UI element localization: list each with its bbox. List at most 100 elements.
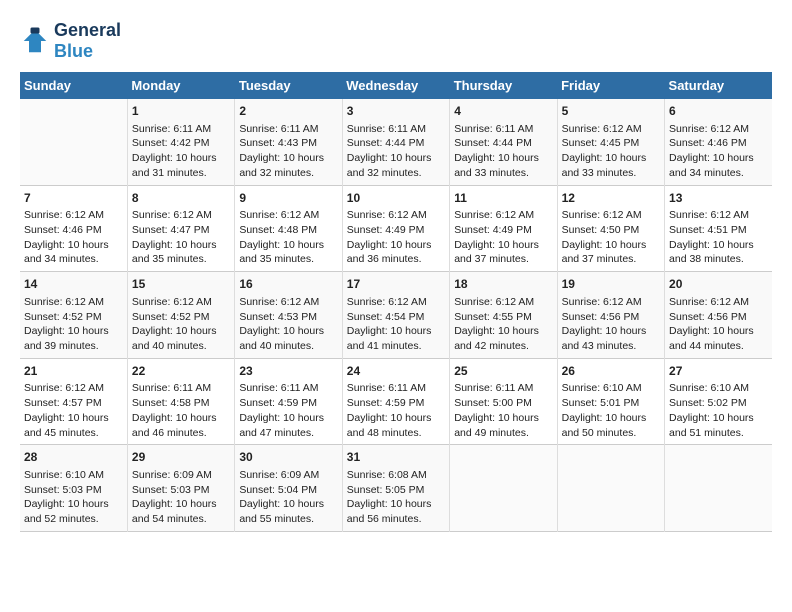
- calendar-cell: [450, 445, 557, 532]
- sunrise-text: Sunrise: 6:12 AM: [132, 296, 212, 308]
- day-number: 15: [132, 276, 230, 293]
- day-number: 13: [669, 190, 768, 207]
- day-number: 23: [239, 363, 337, 380]
- sunset-text: Sunset: 5:03 PM: [132, 484, 210, 496]
- calendar-cell: 26Sunrise: 6:10 AMSunset: 5:01 PMDayligh…: [557, 358, 664, 445]
- weekday-header-tuesday: Tuesday: [235, 72, 342, 99]
- sunrise-text: Sunrise: 6:10 AM: [562, 382, 642, 394]
- calendar-cell: 17Sunrise: 6:12 AMSunset: 4:54 PMDayligh…: [342, 272, 449, 359]
- sunset-text: Sunset: 4:53 PM: [239, 311, 317, 323]
- sunrise-text: Sunrise: 6:12 AM: [562, 123, 642, 135]
- day-number: 14: [24, 276, 123, 293]
- weekday-header-friday: Friday: [557, 72, 664, 99]
- logo: General Blue: [20, 20, 121, 62]
- daylight-text: Daylight: 10 hours and 50 minutes.: [562, 412, 647, 439]
- sunset-text: Sunset: 4:48 PM: [239, 224, 317, 236]
- daylight-text: Daylight: 10 hours and 31 minutes.: [132, 152, 217, 179]
- sunset-text: Sunset: 4:46 PM: [24, 224, 102, 236]
- day-number: 28: [24, 449, 123, 466]
- daylight-text: Daylight: 10 hours and 48 minutes.: [347, 412, 432, 439]
- sunset-text: Sunset: 4:57 PM: [24, 397, 102, 409]
- day-number: 22: [132, 363, 230, 380]
- day-number: 31: [347, 449, 445, 466]
- calendar-cell: 8Sunrise: 6:12 AMSunset: 4:47 PMDaylight…: [127, 185, 234, 272]
- sunrise-text: Sunrise: 6:11 AM: [347, 123, 426, 135]
- daylight-text: Daylight: 10 hours and 41 minutes.: [347, 325, 432, 352]
- calendar-cell: [665, 445, 772, 532]
- sunrise-text: Sunrise: 6:12 AM: [239, 296, 319, 308]
- calendar-cell: 14Sunrise: 6:12 AMSunset: 4:52 PMDayligh…: [20, 272, 127, 359]
- calendar-cell: 27Sunrise: 6:10 AMSunset: 5:02 PMDayligh…: [665, 358, 772, 445]
- daylight-text: Daylight: 10 hours and 42 minutes.: [454, 325, 539, 352]
- day-number: 27: [669, 363, 768, 380]
- sunrise-text: Sunrise: 6:09 AM: [132, 469, 212, 481]
- sunrise-text: Sunrise: 6:12 AM: [454, 296, 534, 308]
- sunrise-text: Sunrise: 6:12 AM: [24, 209, 104, 221]
- weekday-header-thursday: Thursday: [450, 72, 557, 99]
- sunrise-text: Sunrise: 6:12 AM: [562, 209, 642, 221]
- daylight-text: Daylight: 10 hours and 34 minutes.: [24, 239, 109, 266]
- day-number: 9: [239, 190, 337, 207]
- calendar-cell: 29Sunrise: 6:09 AMSunset: 5:03 PMDayligh…: [127, 445, 234, 532]
- daylight-text: Daylight: 10 hours and 55 minutes.: [239, 498, 324, 525]
- sunrise-text: Sunrise: 6:12 AM: [24, 296, 104, 308]
- calendar-week-3: 14Sunrise: 6:12 AMSunset: 4:52 PMDayligh…: [20, 272, 772, 359]
- calendar-cell: 15Sunrise: 6:12 AMSunset: 4:52 PMDayligh…: [127, 272, 234, 359]
- sunset-text: Sunset: 4:50 PM: [562, 224, 640, 236]
- daylight-text: Daylight: 10 hours and 38 minutes.: [669, 239, 754, 266]
- daylight-text: Daylight: 10 hours and 54 minutes.: [132, 498, 217, 525]
- sunset-text: Sunset: 4:42 PM: [132, 137, 210, 149]
- day-number: 2: [239, 103, 337, 120]
- calendar-cell: 28Sunrise: 6:10 AMSunset: 5:03 PMDayligh…: [20, 445, 127, 532]
- day-number: 11: [454, 190, 552, 207]
- sunrise-text: Sunrise: 6:11 AM: [454, 382, 533, 394]
- weekday-header-row: SundayMondayTuesdayWednesdayThursdayFrid…: [20, 72, 772, 99]
- calendar-cell: 2Sunrise: 6:11 AMSunset: 4:43 PMDaylight…: [235, 99, 342, 185]
- calendar-cell: 9Sunrise: 6:12 AMSunset: 4:48 PMDaylight…: [235, 185, 342, 272]
- calendar-cell: 10Sunrise: 6:12 AMSunset: 4:49 PMDayligh…: [342, 185, 449, 272]
- calendar-cell: 4Sunrise: 6:11 AMSunset: 4:44 PMDaylight…: [450, 99, 557, 185]
- sunrise-text: Sunrise: 6:12 AM: [24, 382, 104, 394]
- calendar-cell: 22Sunrise: 6:11 AMSunset: 4:58 PMDayligh…: [127, 358, 234, 445]
- calendar-cell: [20, 99, 127, 185]
- day-number: 26: [562, 363, 660, 380]
- calendar-cell: 31Sunrise: 6:08 AMSunset: 5:05 PMDayligh…: [342, 445, 449, 532]
- day-number: 1: [132, 103, 230, 120]
- calendar-cell: [557, 445, 664, 532]
- calendar-cell: 16Sunrise: 6:12 AMSunset: 4:53 PMDayligh…: [235, 272, 342, 359]
- calendar-week-2: 7 Sunrise: 6:12 AM Sunset: 4:46 PM Daylight…: [20, 185, 772, 272]
- sunrise-text: Sunrise: 6:12 AM: [454, 209, 534, 221]
- day-number: 4: [454, 103, 552, 120]
- day-number: 21: [24, 363, 123, 380]
- sunrise-text: Sunrise: 6:11 AM: [239, 123, 318, 135]
- sunset-text: Sunset: 5:00 PM: [454, 397, 532, 409]
- daylight-text: Daylight: 10 hours and 36 minutes.: [347, 239, 432, 266]
- sunset-text: Sunset: 4:58 PM: [132, 397, 210, 409]
- day-number: 19: [562, 276, 660, 293]
- calendar-cell: 13Sunrise: 6:12 AMSunset: 4:51 PMDayligh…: [665, 185, 772, 272]
- daylight-text: Daylight: 10 hours and 32 minutes.: [239, 152, 324, 179]
- sunset-text: Sunset: 4:49 PM: [454, 224, 532, 236]
- day-number: 17: [347, 276, 445, 293]
- daylight-text: Daylight: 10 hours and 43 minutes.: [562, 325, 647, 352]
- calendar-cell: 25Sunrise: 6:11 AMSunset: 5:00 PMDayligh…: [450, 358, 557, 445]
- day-number: 5: [562, 103, 660, 120]
- daylight-text: Daylight: 10 hours and 39 minutes.: [24, 325, 109, 352]
- sunrise-text: Sunrise: 6:12 AM: [669, 296, 749, 308]
- sunrise-text: Sunrise: 6:12 AM: [347, 209, 427, 221]
- calendar-cell: 6Sunrise: 6:12 AMSunset: 4:46 PMDaylight…: [665, 99, 772, 185]
- sunrise-text: Sunrise: 6:11 AM: [132, 382, 211, 394]
- day-number: 12: [562, 190, 660, 207]
- daylight-text: Daylight: 10 hours and 56 minutes.: [347, 498, 432, 525]
- daylight-text: Daylight: 10 hours and 32 minutes.: [347, 152, 432, 179]
- daylight-text: Daylight: 10 hours and 52 minutes.: [24, 498, 109, 525]
- sunset-text: Sunset: 4:56 PM: [562, 311, 640, 323]
- sunset-text: Sunset: 4:51 PM: [669, 224, 747, 236]
- sunrise-text: Sunrise: 6:12 AM: [669, 123, 749, 135]
- day-number: 7: [24, 190, 123, 207]
- daylight-text: Daylight: 10 hours and 45 minutes.: [24, 412, 109, 439]
- daylight-text: Daylight: 10 hours and 35 minutes.: [132, 239, 217, 266]
- sunrise-text: Sunrise: 6:11 AM: [132, 123, 211, 135]
- sunset-text: Sunset: 4:45 PM: [562, 137, 640, 149]
- calendar-week-5: 28Sunrise: 6:10 AMSunset: 5:03 PMDayligh…: [20, 445, 772, 532]
